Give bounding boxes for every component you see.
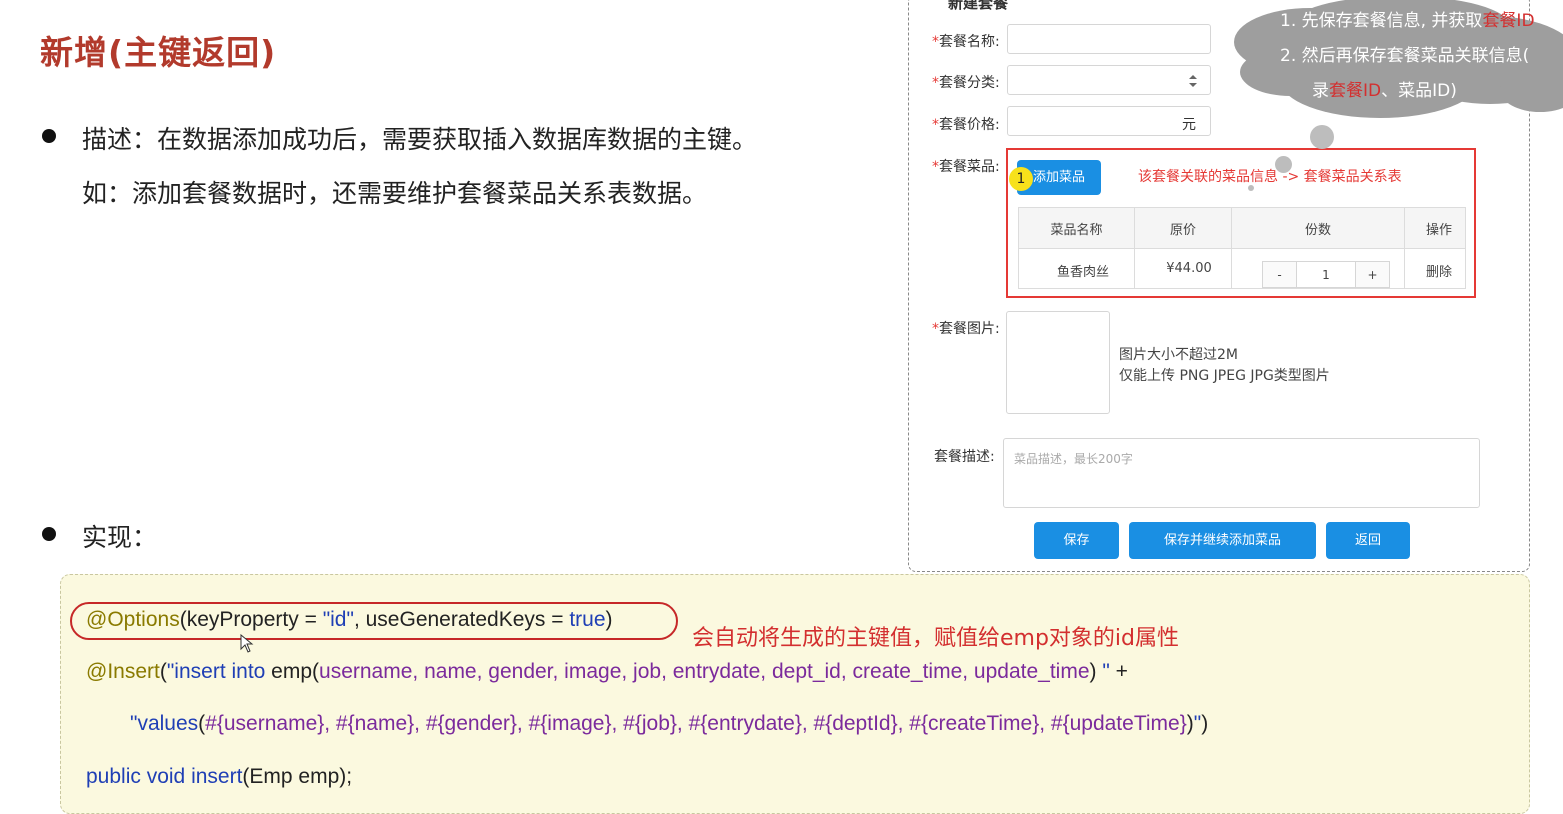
back-button[interactable]: 返回 <box>1326 522 1410 559</box>
relation-note: 该套餐关联的菜品信息 -> 套餐菜品关系表 <box>1138 169 1402 185</box>
combo-name-input[interactable] <box>1007 24 1211 54</box>
quantity-input[interactable]: 1 <box>1296 261 1356 288</box>
table-divider <box>1019 248 1465 249</box>
quantity-decrement-button[interactable]: - <box>1262 261 1297 288</box>
code-line-options: @Options(keyProperty = "id", useGenerate… <box>86 608 613 631</box>
table-header: 份数 <box>1304 223 1331 238</box>
combo-dishes-label: *套餐菜品: <box>932 159 1000 175</box>
cloud-line-2: 2. 然后再保存套餐菜品关联信息( <box>1280 46 1530 66</box>
save-button[interactable]: 保存 <box>1034 522 1119 559</box>
save-and-continue-button[interactable]: 保存并继续添加菜品 <box>1129 522 1316 559</box>
image-size-hint: 图片大小不超过2M <box>1119 347 1238 363</box>
image-upload-area[interactable] <box>1006 311 1110 414</box>
quantity-increment-button[interactable]: + <box>1355 261 1390 288</box>
cloud-line-3: 录套餐ID、菜品ID) <box>1312 81 1457 101</box>
description-line-1: 描述：在数据添加成功后，需要获取插入数据库数据的主键。 <box>82 125 758 154</box>
panel-title: 新建套餐 <box>948 0 1009 12</box>
code-line-values: "values(#{username}, #{name}, #{gender},… <box>130 712 1209 735</box>
step-badge: 1 <box>1009 167 1033 191</box>
combo-description-label: 套餐描述: <box>934 449 995 465</box>
code-line-method: public void insert(Emp emp); <box>86 765 353 788</box>
description-line-2: 如：添加套餐数据时，还需要维护套餐菜品关系表数据。 <box>82 179 708 208</box>
select-arrows-icon <box>1189 75 1197 87</box>
price-unit: 元 <box>1182 117 1196 133</box>
bullet-dot <box>42 129 56 143</box>
combo-image-label: *套餐图片: <box>932 321 1000 337</box>
combo-category-label: *套餐分类: <box>932 75 1000 91</box>
gray-dot <box>1275 156 1292 173</box>
bullet-dot <box>42 527 56 541</box>
code-line-insert: @Insert("insert into emp(username, name,… <box>86 660 1128 683</box>
table-header: 原价 <box>1169 223 1196 238</box>
cloud-line-1: 1. 先保存套餐信息, 并获取套餐ID <box>1280 11 1535 31</box>
gray-dot <box>1310 125 1334 149</box>
combo-price-input[interactable] <box>1007 106 1211 136</box>
code-annotation-note: 会自动将生成的主键值，赋值给emp对象的id属性 <box>692 626 1180 651</box>
gray-dot <box>1248 185 1254 191</box>
slide-title: 新增(主键返回) <box>40 33 277 72</box>
table-cell-price: ¥44.00 <box>1166 261 1212 276</box>
table-cell-dish-name: 鱼香肉丝 <box>1056 265 1109 280</box>
combo-price-label: *套餐价格: <box>932 117 1000 133</box>
delete-dish-link[interactable]: 删除 <box>1405 261 1473 280</box>
combo-name-label: *套餐名称: <box>932 34 1000 50</box>
mouse-cursor-icon <box>240 634 254 653</box>
table-header: 菜品名称 <box>1050 223 1103 238</box>
description-placeholder: 菜品描述，最长200字 <box>1014 452 1133 466</box>
image-type-hint: 仅能上传 PNG JPEG JPG类型图片 <box>1119 368 1330 384</box>
table-header: 操作 <box>1425 223 1452 238</box>
combo-description-textarea[interactable]: 菜品描述，最长200字 <box>1003 438 1480 508</box>
implementation-label: 实现： <box>82 523 158 552</box>
combo-category-select[interactable] <box>1007 65 1211 95</box>
